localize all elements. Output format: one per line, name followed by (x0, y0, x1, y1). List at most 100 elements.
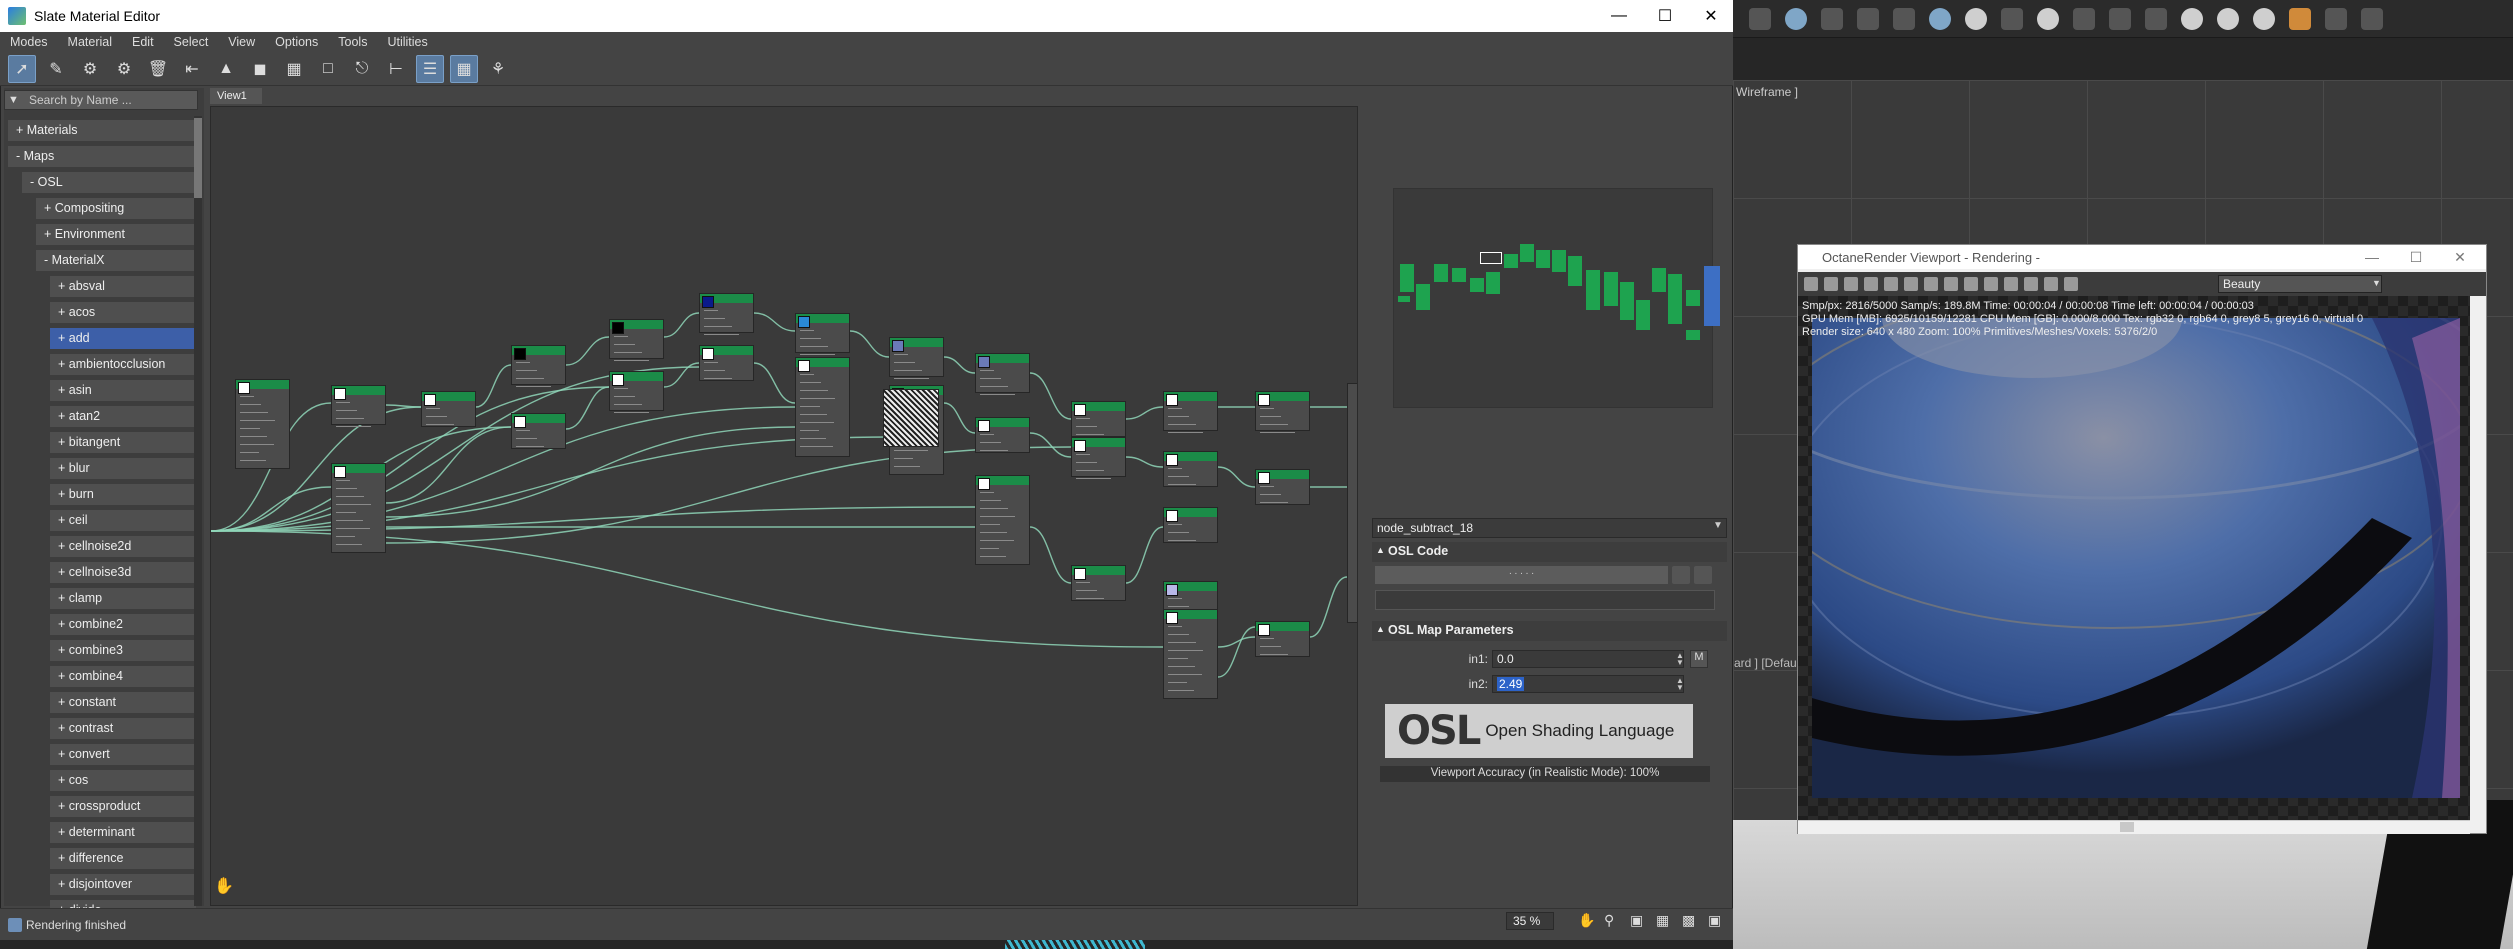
octane-minimize-button[interactable]: — (2350, 245, 2394, 269)
layout-all-icon[interactable]: ⊢ (382, 55, 410, 83)
material-node[interactable] (699, 345, 754, 381)
material-node[interactable] (889, 337, 944, 379)
material-node[interactable] (699, 293, 754, 335)
noise-texture-node[interactable] (883, 389, 939, 447)
node-name-dropdown[interactable]: node_subtract_18 (1372, 518, 1727, 538)
material-icon[interactable] (1929, 7, 1951, 30)
lock-icon[interactable] (1884, 277, 1898, 291)
material-node[interactable] (1071, 401, 1126, 437)
minimize-button[interactable]: — (1596, 0, 1642, 32)
render-icon[interactable] (2073, 7, 2095, 30)
material-node[interactable] (421, 391, 476, 427)
move-children-icon[interactable]: ⇤ (178, 55, 206, 83)
material-node[interactable] (1071, 565, 1126, 601)
material-node[interactable] (975, 353, 1030, 395)
browser-item[interactable]: + absval (50, 276, 196, 299)
collapse-icon[interactable]: ▲ (1376, 624, 1385, 634)
delete-icon[interactable]: 🗑 (144, 55, 172, 83)
refresh-icon[interactable] (1924, 277, 1938, 291)
browser-item[interactable]: + Compositing (36, 198, 196, 221)
material-node[interactable] (1255, 469, 1310, 505)
film-icon[interactable] (1984, 277, 1998, 291)
material-node[interactable] (609, 371, 664, 413)
material-node[interactable] (795, 357, 850, 457)
browser-item[interactable]: + combine2 (50, 614, 196, 637)
material-node[interactable] (1163, 507, 1218, 543)
browser-item[interactable]: - OSL (22, 172, 196, 195)
browser-item[interactable]: + blur (50, 458, 196, 481)
navigator-view[interactable] (1393, 188, 1713, 408)
browser-item[interactable]: + difference (50, 848, 196, 871)
material-node[interactable] (1163, 451, 1218, 487)
pan-icon[interactable]: ✋ (1578, 912, 1595, 929)
search-input[interactable]: Search by Name ... (4, 90, 198, 110)
menu-view[interactable]: View (218, 35, 265, 49)
viewport-label-2[interactable]: ard ] [Defau (1734, 656, 1797, 670)
zoom-selected-icon[interactable]: ▩ (1682, 912, 1695, 929)
select-by-material-icon[interactable]: ⚘ (484, 55, 512, 83)
layout-children-icon[interactable]: ⎋ (348, 55, 376, 83)
assign-material-icon[interactable]: ⚙ (76, 55, 104, 83)
chevron-down-icon[interactable]: ▼ (2372, 278, 2381, 288)
collapse-icon[interactable]: ▲ (1376, 545, 1385, 555)
browser-item[interactable]: - Maps (8, 146, 196, 169)
browser-item[interactable]: + asin (50, 380, 196, 403)
map-button[interactable]: M (1690, 650, 1708, 668)
browser-item[interactable]: + Materials (8, 120, 196, 143)
restart-icon[interactable] (1864, 277, 1878, 291)
shade-icon-3[interactable] (2253, 7, 2275, 30)
material-node[interactable] (511, 413, 566, 449)
sphere-icon[interactable] (1785, 7, 1807, 30)
render-sphere-icon[interactable] (1965, 7, 1987, 30)
chevron-down-icon[interactable]: ▼ (1713, 520, 1723, 531)
octane-close-button[interactable]: ✕ (2438, 245, 2482, 269)
save-icon[interactable] (1804, 277, 1818, 291)
menu-edit[interactable]: Edit (122, 35, 164, 49)
material-node[interactable] (235, 379, 290, 469)
search-menu-icon[interactable]: ▼ (8, 94, 19, 106)
in1-spinner[interactable]: ▲ ▼ (1676, 652, 1684, 667)
material-node[interactable] (975, 475, 1030, 565)
open-file-button[interactable] (1672, 566, 1690, 584)
maximize-button[interactable]: ☐ (1642, 0, 1688, 32)
browser-item[interactable]: + cellnoise2d (50, 536, 196, 559)
material-node[interactable] (975, 417, 1030, 453)
material-node[interactable] (331, 463, 386, 553)
browser-item[interactable]: + crossproduct (50, 796, 196, 819)
menu-utilities[interactable]: Utilities (377, 35, 437, 49)
in1-field[interactable]: 0.0 (1492, 650, 1684, 668)
rollout-osl-code[interactable]: ▲ OSL Code (1372, 542, 1727, 562)
zoom-extents-icon[interactable]: ▦ (1656, 912, 1669, 929)
in1-value[interactable]: 0.0 (1497, 652, 1514, 666)
browser-item[interactable]: + disjointover (50, 874, 196, 897)
browser-item[interactable]: + combine3 (50, 640, 196, 663)
shade-icon[interactable] (2181, 7, 2203, 30)
browser-item[interactable]: + ambientocclusion (50, 354, 196, 377)
tool-icon[interactable] (2109, 7, 2131, 30)
material-node[interactable] (1163, 391, 1218, 433)
browser-item[interactable]: + Environment (36, 224, 196, 247)
render-setup-icon[interactable] (2001, 7, 2023, 30)
browser-item[interactable]: + contrast (50, 718, 196, 741)
octane-vertical-scrollbar[interactable] (2470, 296, 2486, 820)
camera-icon[interactable] (1857, 7, 1879, 30)
browser-item[interactable]: + atan2 (50, 406, 196, 429)
browser-item[interactable]: + determinant (50, 822, 196, 845)
zoom-icon[interactable]: ⚲ (1604, 912, 1614, 929)
hide-unused-icon[interactable]: ▲ (212, 55, 240, 83)
browser-scrollbar[interactable] (194, 116, 202, 906)
browser-scrollbar-thumb[interactable] (194, 118, 202, 198)
select-tool-icon[interactable]: ➚ (8, 54, 36, 83)
render-pass-dropdown[interactable]: Beauty (2218, 275, 2382, 293)
browser-item[interactable]: - MaterialX (36, 250, 196, 273)
in2-field[interactable]: 2.49 (1492, 675, 1684, 693)
material-node[interactable] (1071, 437, 1126, 479)
browser-item[interactable]: + cellnoise3d (50, 562, 196, 585)
browser-item[interactable]: + acos (50, 302, 196, 325)
tab-view1[interactable]: View1 (210, 88, 262, 104)
material-node[interactable] (511, 345, 566, 387)
parameter-editor-icon[interactable]: ▦ (450, 54, 478, 83)
in2-value[interactable]: 2.49 (1497, 677, 1525, 691)
settings-icon[interactable] (2064, 277, 2078, 291)
show-map-icon[interactable]: ◼ (246, 55, 274, 83)
